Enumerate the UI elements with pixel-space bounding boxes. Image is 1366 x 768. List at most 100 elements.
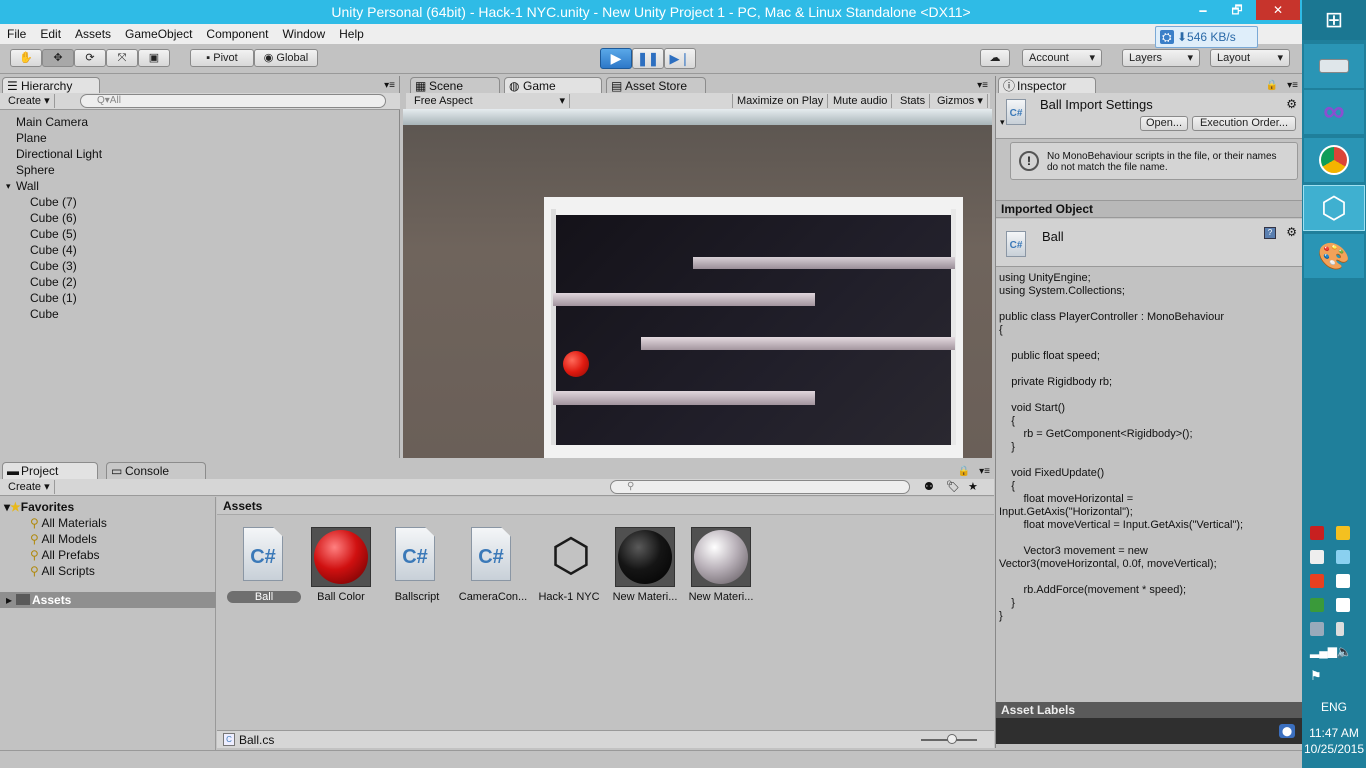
layout-dropdown[interactable]: Layout ▾ [1210,49,1290,67]
speaker-icon[interactable]: 🔈 [1336,644,1352,660]
hierarchy-item[interactable]: Cube (7) [30,194,77,210]
lock-icon[interactable]: 🔒 [958,466,970,477]
taskbar-chrome[interactable] [1304,138,1364,182]
google-drive-icon[interactable] [1336,526,1350,540]
asset-item[interactable]: ⬡ Hack-1 NYC [531,525,607,607]
hierarchy-item[interactable]: Cube (6) [30,210,77,226]
favorites-item[interactable]: ⚲ All Prefabs [30,547,100,563]
panel-menu-icon[interactable]: ▾≡ [1287,80,1298,91]
hierarchy-create-dropdown[interactable]: Create ▾ [4,94,55,108]
cloud-icon[interactable] [1310,550,1324,564]
menu-assets[interactable]: Assets [68,24,118,44]
hierarchy-item[interactable]: Cube (4) [30,242,77,258]
hierarchy-item[interactable]: Directional Light [16,146,102,162]
label-tag-icon[interactable]: ⬤ [1279,724,1295,738]
project-create-dropdown[interactable]: Create ▾ [4,480,55,494]
hierarchy-item[interactable]: Sphere [16,162,55,178]
taskbar-paint[interactable]: 🎨 [1304,234,1364,278]
filter-by-label-icon[interactable]: 🏷 [946,480,960,493]
clock-date[interactable]: 10/25/2015 [1302,742,1366,756]
menu-component[interactable]: Component [199,24,275,44]
rotate-tool-button[interactable]: ⟳ [74,49,106,67]
asset-item[interactable]: New Materi... [607,525,683,607]
layers-dropdown[interactable]: Layers ▾ [1122,49,1200,67]
hierarchy-item[interactable]: Cube (3) [30,258,77,274]
stats-toggle[interactable]: Stats [896,94,931,108]
favorites-item[interactable]: ⚲ All Scripts [30,563,95,579]
pause-button[interactable]: ❚❚ [632,48,664,69]
security-shield-icon[interactable] [1310,622,1324,636]
start-button[interactable]: ⊞ [1302,0,1366,40]
lock-icon[interactable]: 🔒 [1266,80,1278,91]
cloud-button[interactable]: ☁ [980,49,1010,67]
panel-menu-icon[interactable]: ▾≡ [384,80,395,91]
language-indicator[interactable]: ENG [1302,700,1366,714]
tray-icon[interactable] [1310,598,1324,612]
menu-edit[interactable]: Edit [33,24,68,44]
hierarchy-item[interactable]: Main Camera [16,114,88,130]
maximize-on-play-toggle[interactable]: Maximize on Play [732,94,829,108]
scale-tool-button[interactable]: ⤧ [106,49,138,67]
play-button[interactable]: ▶ [600,48,632,69]
taskbar-visual-studio[interactable]: ∞ [1304,90,1364,134]
menu-gameobject[interactable]: GameObject [118,24,199,44]
favorite-star-icon[interactable]: ★ [968,480,978,493]
aspect-dropdown[interactable]: Free Aspect ▾ [410,94,570,108]
close-button[interactable]: ✕ [1256,0,1300,20]
favorites-item[interactable]: ⚲ All Models [30,531,97,547]
taskbar-unity[interactable]: ⬡ [1303,185,1365,231]
tab-asset-store[interactable]: ▤ Asset Store [606,77,706,94]
hierarchy-item[interactable]: Plane [16,130,47,146]
hierarchy-item[interactable]: Cube (5) [30,226,77,242]
account-dropdown[interactable]: Account ▾ [1022,49,1102,67]
taskbar-drive[interactable] [1304,44,1364,88]
gizmos-dropdown[interactable]: Gizmos ▾ [933,94,988,108]
expand-arrow-icon[interactable]: ▾ [6,178,11,194]
clock-time[interactable]: 11:47 AM [1302,726,1366,740]
panel-menu-icon[interactable]: ▾≡ [979,466,990,477]
hierarchy-item[interactable]: Cube [30,306,59,322]
favorites-node[interactable]: ▾★Favorites [4,499,74,515]
zoom-slider-handle[interactable] [947,734,957,744]
tray-icon[interactable] [1310,574,1324,588]
menu-file[interactable]: File [0,24,33,44]
tab-game[interactable]: ◍ Game [504,77,602,94]
hierarchy-item[interactable]: Cube (1) [30,290,77,306]
global-toggle[interactable]: ◉ Global [254,49,318,67]
assets-folder-row[interactable]: ▸ Assets [0,592,216,608]
hierarchy-item[interactable]: Wall [16,178,39,194]
pivot-toggle[interactable]: ▪ Pivot [190,49,254,67]
asset-item[interactable]: C# CameraCon... [455,525,531,607]
menu-help[interactable]: Help [332,24,371,44]
mute-audio-toggle[interactable]: Mute audio [829,94,893,108]
tab-inspector[interactable]: ⓘ Inspector [998,77,1096,94]
gear-icon[interactable]: ⚙ [1286,97,1297,111]
filter-by-type-icon[interactable]: ⚉ [924,480,934,493]
expand-arrow-icon[interactable]: ▾ [1000,117,1005,128]
tab-console[interactable]: ▭ Console [106,462,206,479]
rect-tool-button[interactable]: ▣ [138,49,170,67]
hierarchy-search-input[interactable]: Q▾All [80,94,386,108]
action-center-flag-icon[interactable]: ⚑ [1310,668,1322,684]
panel-menu-icon[interactable]: ▾≡ [977,80,988,91]
restore-button[interactable]: 🗗 [1222,0,1252,20]
move-tool-button[interactable]: ✥ [42,49,74,67]
minimize-button[interactable]: 🗕 [1188,0,1218,20]
asset-item[interactable]: C# Ballscript [379,525,455,607]
step-button[interactable]: ▶❘ [664,48,696,69]
tab-project[interactable]: ▬ Project [2,462,98,479]
wifi-signal-icon[interactable]: ▂▄▆ [1310,644,1337,658]
favorites-item[interactable]: ⚲ All Materials [30,515,107,531]
tray-icon[interactable] [1336,574,1350,588]
tray-icon[interactable] [1310,526,1324,540]
asset-item[interactable]: C# Ball [227,525,303,607]
gear-icon[interactable]: ⚙ [1286,225,1297,239]
asset-item[interactable]: New Materi... [683,525,759,607]
open-button[interactable]: Open... [1140,116,1188,131]
battery-icon[interactable] [1336,622,1344,636]
hierarchy-item[interactable]: Cube (2) [30,274,77,290]
tab-scene[interactable]: ▦ Scene [410,77,500,94]
hand-tool-button[interactable]: ✋ [10,49,42,67]
asset-item[interactable]: Ball Color [303,525,379,607]
tab-hierarchy[interactable]: ☰ Hierarchy [2,77,100,94]
